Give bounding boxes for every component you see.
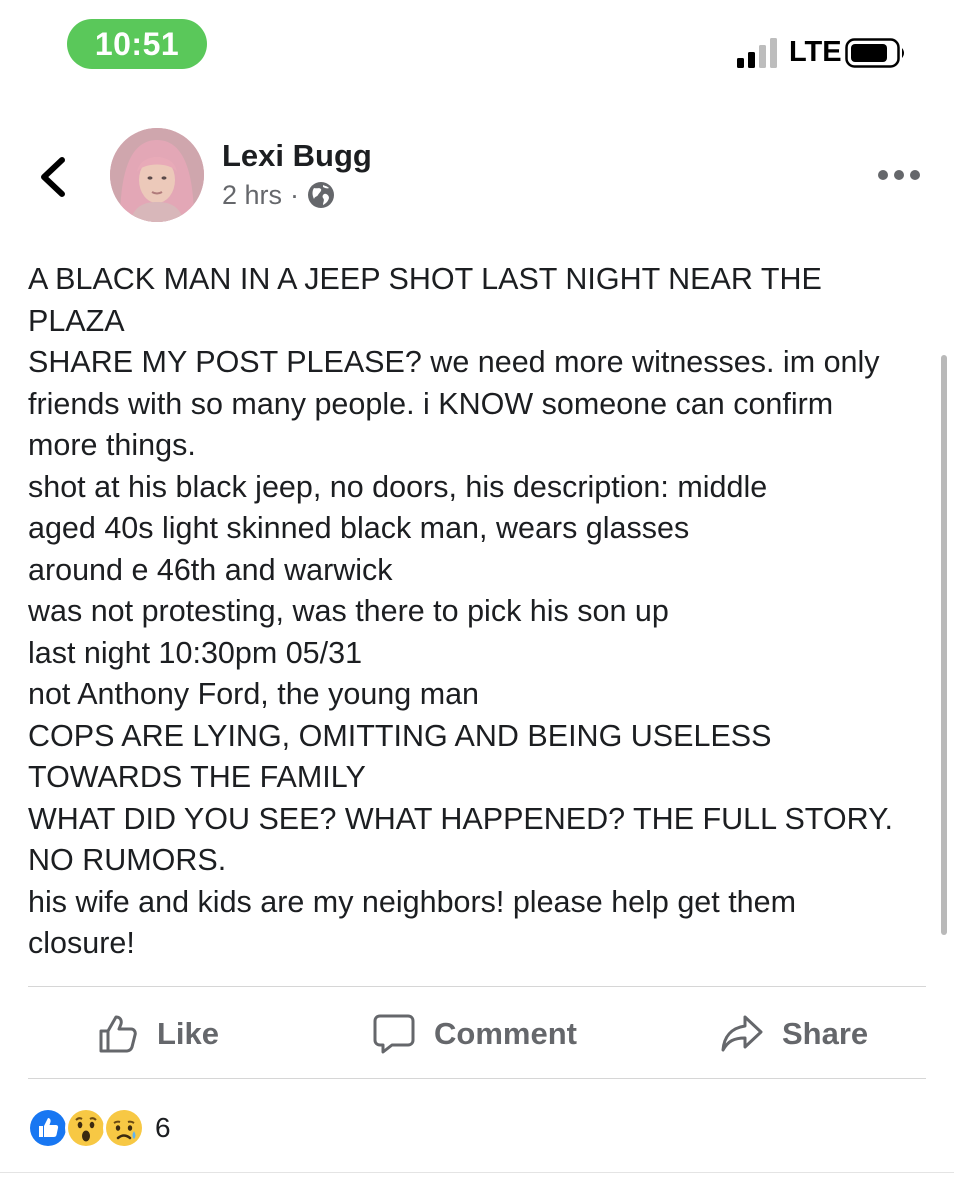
like-button[interactable]: Like bbox=[97, 1006, 219, 1062]
post-line: SHARE MY POST PLEASE? we need more witne… bbox=[28, 345, 880, 379]
back-chevron-icon[interactable] bbox=[32, 150, 78, 204]
post-line: TOWARDS THE FAMILY bbox=[28, 760, 366, 794]
post-line: more things. bbox=[28, 428, 196, 462]
share-button[interactable]: Share bbox=[720, 1006, 868, 1062]
battery-icon bbox=[845, 38, 904, 68]
share-label: Share bbox=[782, 1016, 869, 1051]
post-line: COPS ARE LYING, OMITTING AND BEING USELE… bbox=[28, 718, 772, 753]
more-options-icon[interactable] bbox=[877, 165, 921, 185]
post-line: NO RUMORS. bbox=[28, 843, 227, 877]
post-line: not Anthony Ford, the young man bbox=[28, 677, 480, 711]
post-line: A BLACK MAN IN A JEEP SHOT LAST NIGHT NE… bbox=[28, 262, 822, 296]
status-bar: 10:51 LTE bbox=[0, 0, 954, 100]
divider bbox=[28, 1078, 926, 1079]
carrier-label: LTE bbox=[789, 36, 842, 68]
comment-label: Comment bbox=[434, 1016, 577, 1051]
reaction-summary[interactable]: 6 bbox=[27, 1106, 171, 1150]
post-line: PLAZA bbox=[28, 303, 125, 338]
wow-reaction-icon bbox=[65, 1107, 107, 1149]
post-line: closure! bbox=[28, 926, 135, 960]
reaction-count: 6 bbox=[155, 1112, 171, 1143]
status-time: 10:51 bbox=[67, 19, 207, 69]
post-line: WHAT DID YOU SEE? WHAT HAPPENED? THE FUL… bbox=[28, 801, 893, 836]
avatar-portrait-icon bbox=[110, 128, 204, 222]
comment-bubble-icon bbox=[373, 1014, 415, 1054]
divider bbox=[0, 1172, 954, 1173]
globe-icon bbox=[308, 182, 335, 208]
post-line: last night 10:30pm 05/31 bbox=[28, 635, 363, 670]
comment-button[interactable]: Comment bbox=[372, 1006, 577, 1062]
post-line: aged 40s light skinned black man, wears … bbox=[28, 511, 690, 545]
divider bbox=[28, 986, 926, 987]
author-name[interactable]: Lexi Bugg bbox=[222, 138, 372, 174]
post-line: friends with so many people. i KNOW some… bbox=[28, 386, 834, 421]
scrollbar[interactable] bbox=[941, 355, 947, 935]
like-reaction-icon bbox=[27, 1107, 69, 1149]
sad-reaction-icon bbox=[103, 1107, 145, 1149]
thumbs-up-icon bbox=[99, 1015, 137, 1053]
meta-separator: · bbox=[290, 179, 300, 210]
post-text: A BLACK MAN IN A JEEP SHOT LAST NIGHT NE… bbox=[28, 259, 933, 965]
post-line: his wife and kids are my neighbors! plea… bbox=[28, 884, 797, 919]
post-line: around e 46th and warwick bbox=[28, 552, 393, 587]
post-line: shot at his black jeep, no doors, his de… bbox=[28, 469, 768, 504]
post-line: was not protesting, was there to pick hi… bbox=[28, 594, 669, 628]
like-label: Like bbox=[157, 1016, 220, 1051]
avatar[interactable] bbox=[110, 128, 204, 222]
post-time[interactable]: 2 hrs bbox=[222, 180, 282, 211]
cellular-signal-icon bbox=[737, 38, 777, 68]
post-meta: 2 hrs · bbox=[222, 179, 335, 211]
share-arrow-icon bbox=[721, 1015, 763, 1052]
